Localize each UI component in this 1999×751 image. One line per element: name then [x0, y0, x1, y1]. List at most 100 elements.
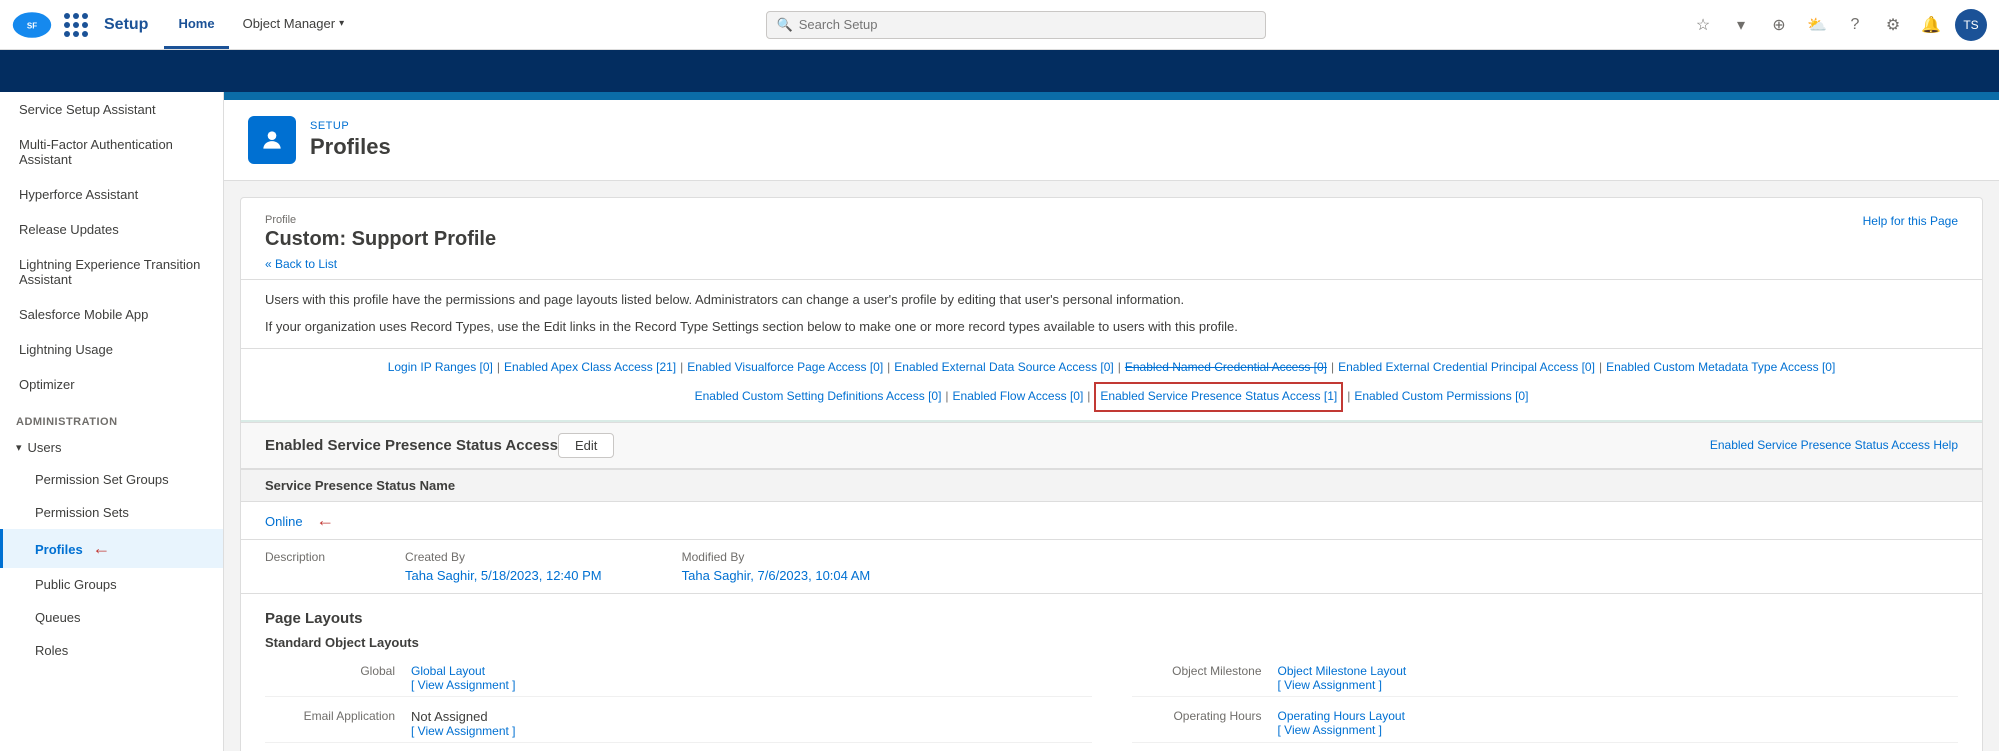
- presence-table: Service Presence Status Name Online ←: [241, 469, 1982, 540]
- nav-tabs: Home Object Manager ▾: [164, 0, 358, 49]
- profile-header: Help for this Page Profile Custom: Suppo…: [241, 198, 1982, 280]
- created-by-label: Created By: [405, 550, 602, 564]
- sidebar-item-lightning-transition[interactable]: Lightning Experience Transition Assistan…: [0, 247, 223, 297]
- admin-section-label: ADMINISTRATION: [0, 408, 223, 432]
- table-header-name: Service Presence Status Name: [241, 469, 1982, 501]
- metadata-section: Description Created By Taha Saghir, 5/18…: [241, 540, 1982, 594]
- help-link-wrapper: Help for this Page Profile Custom: Suppo…: [265, 214, 1958, 251]
- link-flow[interactable]: Enabled Flow Access [0]: [953, 386, 1084, 408]
- online-link[interactable]: Online: [265, 514, 303, 529]
- search-bar[interactable]: 🔍: [766, 11, 1266, 39]
- help-link[interactable]: Help for this Page: [1863, 214, 1958, 228]
- email-assignment-link[interactable]: [ View Assignment ]: [411, 724, 516, 738]
- created-by-link[interactable]: Taha Saghir, 5/18/2023, 12:40 PM: [405, 568, 602, 583]
- svg-text:SF: SF: [27, 21, 37, 30]
- global-layout-link[interactable]: Global Layout: [411, 664, 516, 678]
- layout-label-operating-hours: Operating Hours: [1132, 709, 1262, 723]
- quick-links-row1: Login IP Ranges [0] | Enabled Apex Class…: [265, 357, 1958, 379]
- user-icon: [259, 127, 285, 153]
- avatar[interactable]: TS: [1955, 9, 1987, 41]
- row-arrow-icon: ←: [316, 510, 334, 530]
- quick-links-row2: Enabled Custom Setting Definitions Acces…: [265, 382, 1958, 412]
- created-by-group: Created By Taha Saghir, 5/18/2023, 12:40…: [405, 550, 602, 583]
- object-milestone-link[interactable]: Object Milestone Layout: [1278, 664, 1407, 678]
- link-login-ip[interactable]: Login IP Ranges [0]: [388, 357, 493, 379]
- setup-label: Setup: [104, 16, 148, 34]
- description-group: Description: [265, 550, 325, 583]
- sidebar-sub-item-roles[interactable]: Roles: [0, 634, 223, 667]
- search-icon: 🔍: [777, 17, 793, 33]
- dropdown-icon[interactable]: ▾: [1727, 11, 1755, 39]
- table-row: Online ←: [241, 501, 1982, 539]
- sidebar-item-optimizer[interactable]: Optimizer: [0, 367, 223, 402]
- sidebar-item-hyperforce[interactable]: Hyperforce Assistant: [0, 177, 223, 212]
- link-service-presence[interactable]: Enabled Service Presence Status Access […: [1100, 386, 1337, 408]
- page-header: SETUP Profiles: [224, 100, 1999, 181]
- bell-icon[interactable]: 🔔: [1917, 11, 1945, 39]
- count-login-ip: [0]: [480, 360, 493, 374]
- sidebar-sub-item-permission-sets[interactable]: Permission Sets: [0, 496, 223, 529]
- modified-by-value: Taha Saghir, 7/6/2023, 10:04 AM: [682, 568, 871, 583]
- cloud-icon[interactable]: ⛅: [1803, 11, 1831, 39]
- tab-home[interactable]: Home: [164, 0, 228, 49]
- top-nav: SF Setup Home Object Manager ▾ 🔍 ☆ ▾ ⊕ ⛅…: [0, 0, 1999, 50]
- link-external-credential[interactable]: Enabled External Credential Principal Ac…: [1338, 357, 1595, 379]
- sidebar-sub-item-public-groups[interactable]: Public Groups: [0, 568, 223, 601]
- desc-label: Description: [265, 550, 325, 564]
- modified-by-label: Modified By: [682, 550, 871, 564]
- presence-help-link[interactable]: Enabled Service Presence Status Access H…: [1710, 438, 1958, 452]
- search-input[interactable]: [799, 17, 1255, 32]
- sidebar-sub-item-permission-set-groups[interactable]: Permission Set Groups: [0, 463, 223, 496]
- tab-object-manager[interactable]: Object Manager ▾: [229, 0, 359, 49]
- layout-label-object-milestone: Object Milestone: [1132, 664, 1262, 678]
- layout-value-operating-hours: Operating Hours Layout [ View Assignment…: [1278, 709, 1405, 737]
- layouts-grid: Global Global Layout [ View Assignment ]…: [265, 660, 1958, 751]
- sidebar-item-service-setup[interactable]: Service Setup Assistant: [0, 92, 223, 127]
- sidebar-item-salesforce-mobile[interactable]: Salesforce Mobile App: [0, 297, 223, 332]
- link-external-data[interactable]: Enabled External Data Source Access [0]: [894, 357, 1113, 379]
- sidebar-item-release-updates[interactable]: Release Updates: [0, 212, 223, 247]
- sidebar-sub-item-queues[interactable]: Queues: [0, 601, 223, 634]
- arrow-icon: ←: [92, 538, 110, 558]
- sidebar-sub-item-profiles[interactable]: Profiles ←: [0, 529, 223, 568]
- second-nav: [0, 50, 1999, 92]
- header-text: SETUP Profiles: [310, 120, 391, 160]
- page-title: Profiles: [310, 134, 391, 160]
- link-visualforce[interactable]: Enabled Visualforce Page Access [0]: [687, 357, 883, 379]
- add-icon[interactable]: ⊕: [1765, 11, 1793, 39]
- link-custom-permissions[interactable]: Enabled Custom Permissions [0]: [1354, 386, 1528, 408]
- sidebar-item-mfa[interactable]: Multi-Factor Authentication Assistant: [0, 127, 223, 177]
- page-layouts-section: Page Layouts Standard Object Layouts Glo…: [241, 594, 1982, 751]
- layout-row-object-milestone: Object Milestone Object Milestone Layout…: [1132, 660, 1959, 697]
- app-launcher[interactable]: [64, 13, 94, 37]
- star-icon[interactable]: ☆: [1689, 11, 1717, 39]
- layout-label-global: Global: [265, 664, 395, 678]
- global-assignment-link[interactable]: [ View Assignment ]: [411, 678, 516, 692]
- users-group-header[interactable]: ▾ Users: [0, 432, 223, 463]
- object-milestone-assignment-link[interactable]: [ View Assignment ]: [1278, 678, 1407, 692]
- top-icons: ☆ ▾ ⊕ ⛅ ? ⚙ 🔔 TS: [1689, 9, 1987, 41]
- back-to-list-link[interactable]: « Back to List: [265, 257, 337, 271]
- operating-hours-link[interactable]: Operating Hours Layout: [1278, 709, 1405, 723]
- profile-label: Profile: [265, 214, 1958, 226]
- layout-value-global: Global Layout [ View Assignment ]: [411, 664, 516, 692]
- link-custom-setting[interactable]: Enabled Custom Setting Definitions Acces…: [695, 386, 942, 408]
- link-custom-metadata[interactable]: Enabled Custom Metadata Type Access [0]: [1606, 357, 1835, 379]
- main-content: SETUP Profiles Help for this Page Profil…: [224, 92, 1999, 751]
- layout-value-object-milestone: Object Milestone Layout [ View Assignmen…: [1278, 664, 1407, 692]
- modified-by-link[interactable]: Taha Saghir, 7/6/2023, 10:04 AM: [682, 568, 871, 583]
- sidebar-item-lightning-usage[interactable]: Lightning Usage: [0, 332, 223, 367]
- layout-value-email: Not Assigned [ View Assignment ]: [411, 709, 516, 738]
- layout-row-email: Email Application Not Assigned [ View As…: [265, 705, 1092, 743]
- operating-hours-assignment-link[interactable]: [ View Assignment ]: [1278, 723, 1405, 737]
- description-text: Users with this profile have the permiss…: [241, 280, 1982, 349]
- desc-line2: If your organization uses Record Types, …: [265, 317, 1958, 338]
- gear-icon[interactable]: ⚙: [1879, 11, 1907, 39]
- layout-row-operating-hours: Operating Hours Operating Hours Layout […: [1132, 705, 1959, 743]
- help-icon[interactable]: ?: [1841, 11, 1869, 39]
- presence-section-title: Enabled Service Presence Status Access: [265, 437, 558, 454]
- edit-button[interactable]: Edit: [558, 433, 614, 458]
- link-named-credential[interactable]: Enabled Named Credential Access [0]: [1125, 357, 1327, 379]
- breadcrumb: SETUP: [310, 120, 391, 132]
- link-apex-class[interactable]: Enabled Apex Class Access [21]: [504, 357, 676, 379]
